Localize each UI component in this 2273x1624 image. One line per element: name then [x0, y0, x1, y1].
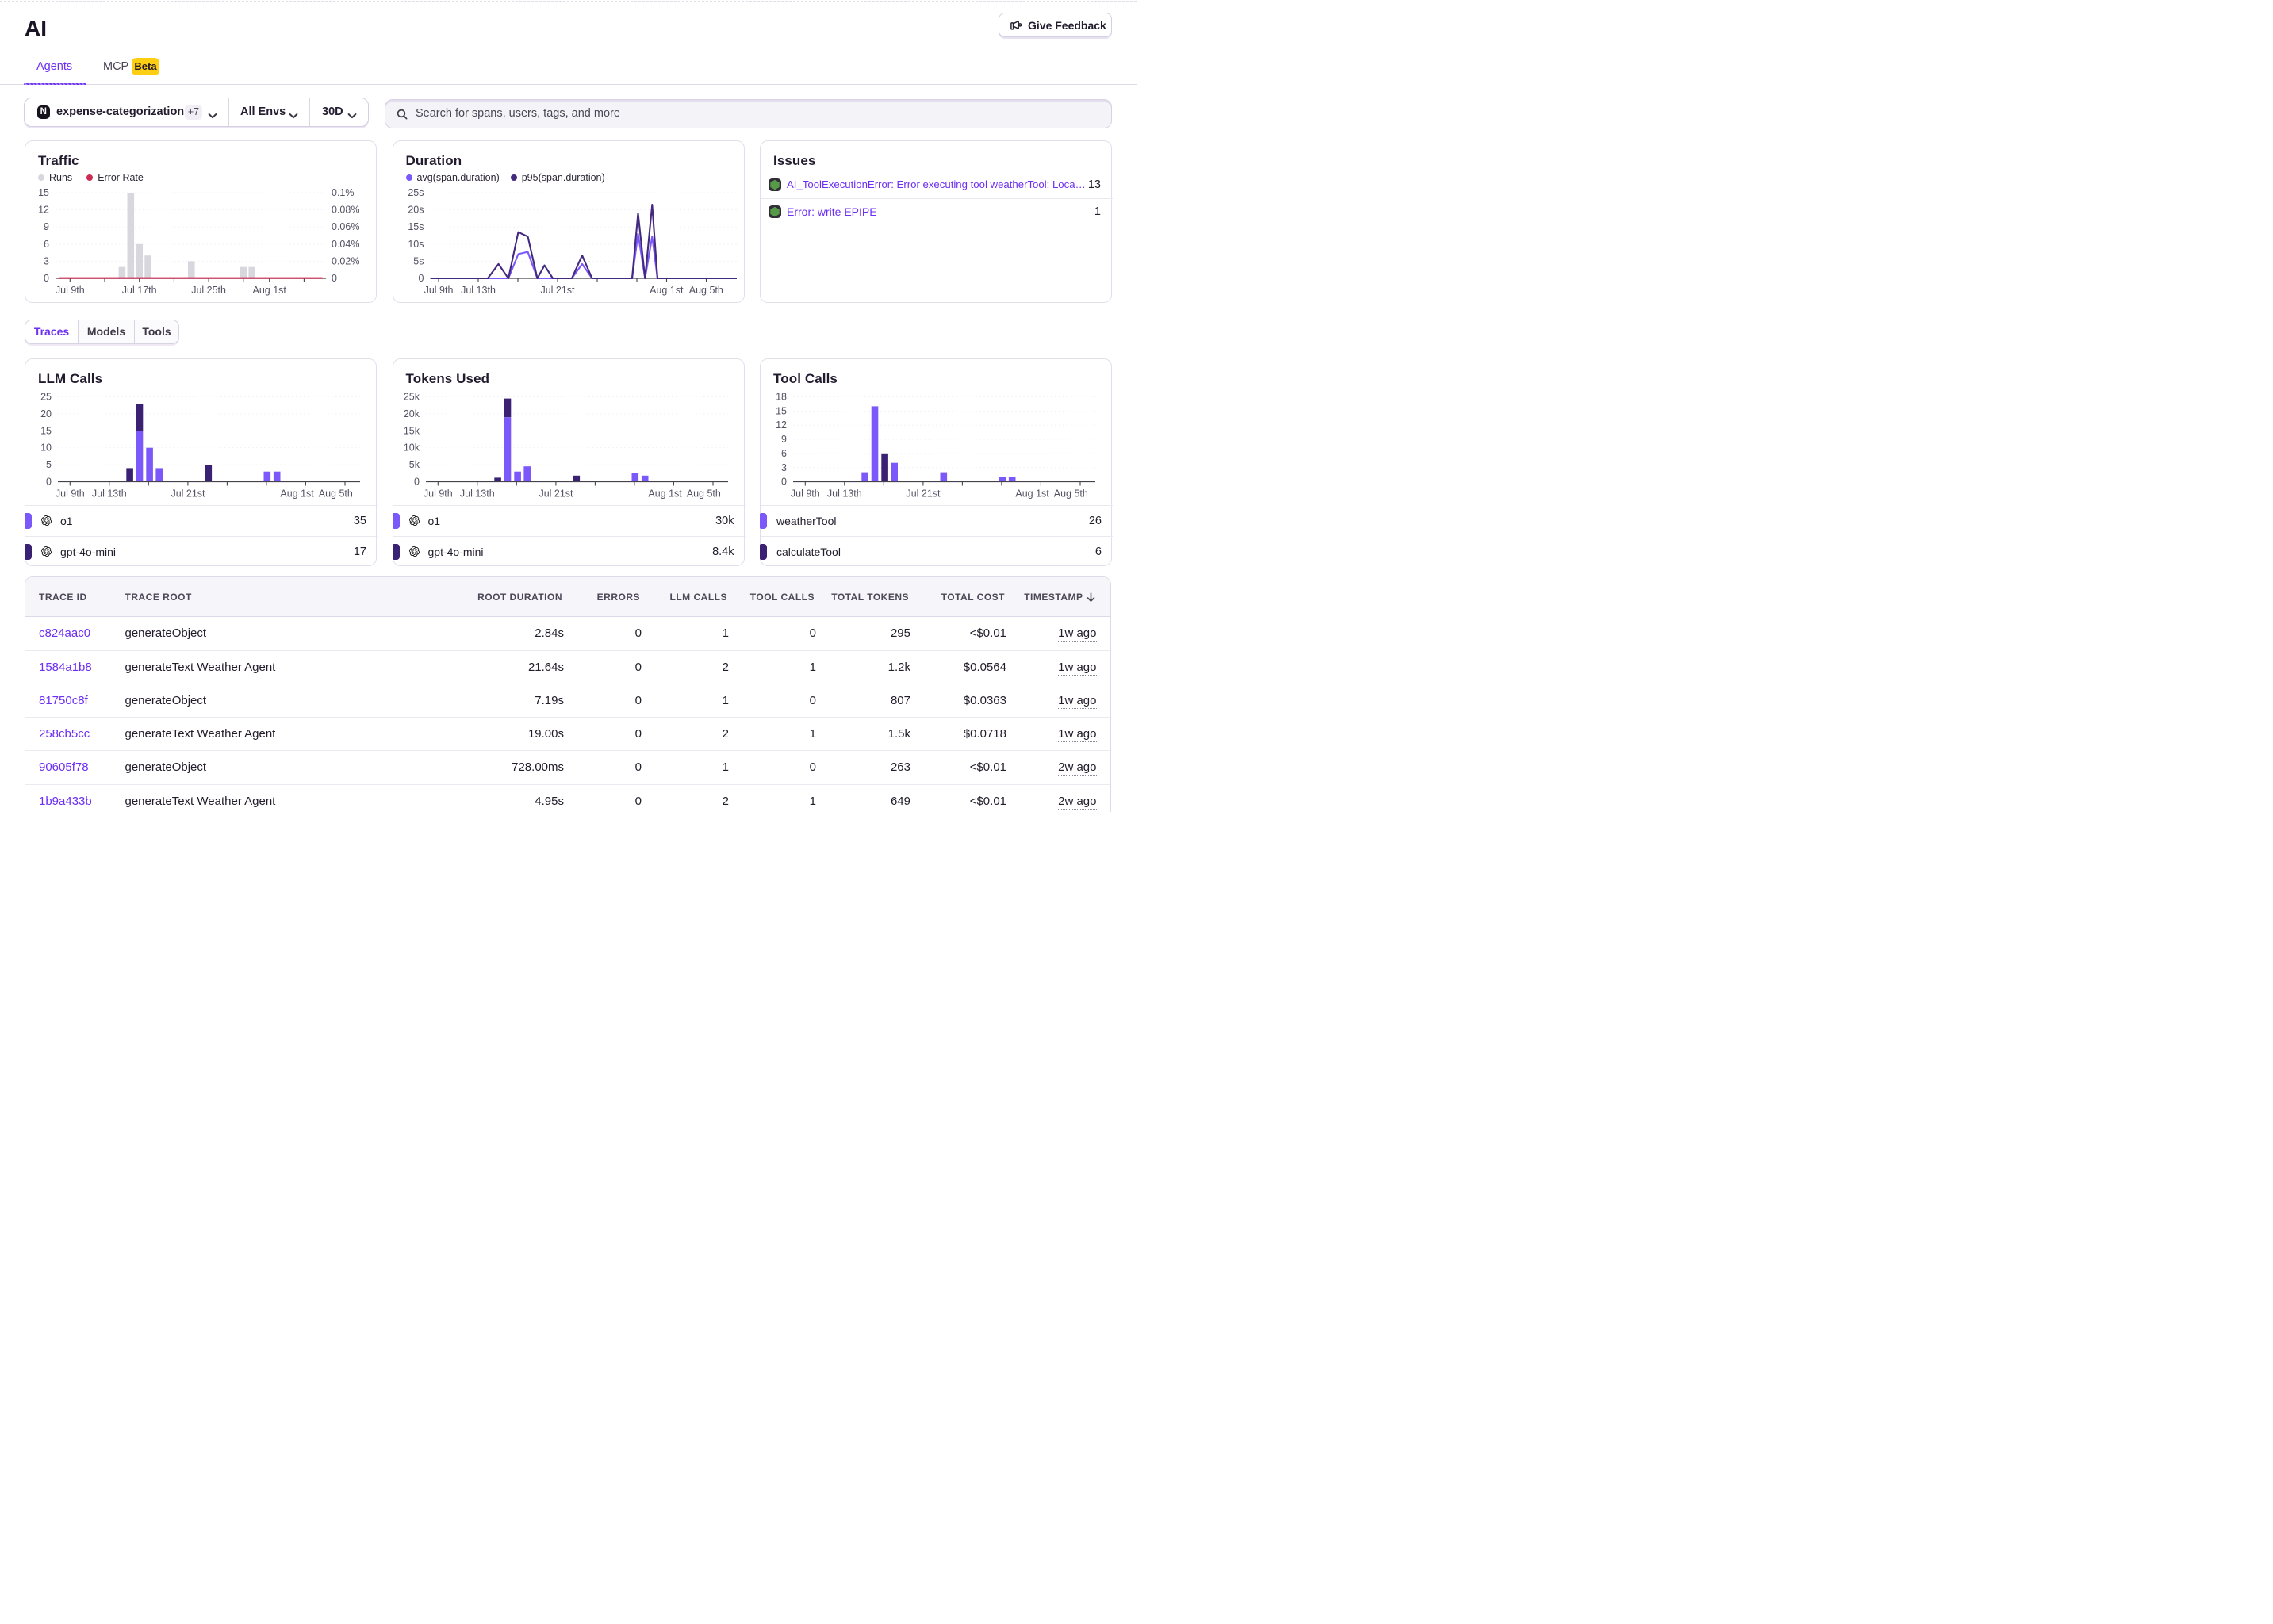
svg-text:Jul 13th: Jul 13th [461, 285, 496, 296]
svg-text:Aug 1st: Aug 1st [650, 285, 684, 296]
svg-text:25s: 25s [408, 187, 424, 198]
svg-text:5k: 5k [408, 459, 420, 470]
svg-text:Jul 9th: Jul 9th [424, 285, 453, 296]
svg-text:Jul 21st: Jul 21st [540, 285, 575, 296]
svg-text:0: 0 [414, 476, 420, 487]
svg-text:Jul 21st: Jul 21st [539, 488, 573, 499]
svg-text:Jul 21st: Jul 21st [906, 488, 941, 499]
svg-text:0: 0 [332, 273, 337, 284]
svg-text:Jul 21st: Jul 21st [171, 488, 205, 499]
svg-text:20s: 20s [408, 205, 424, 216]
svg-text:9: 9 [44, 221, 49, 232]
svg-text:Jul 13th: Jul 13th [92, 488, 127, 499]
svg-text:6: 6 [781, 447, 787, 458]
svg-text:Jul 13th: Jul 13th [459, 488, 494, 499]
svg-text:25: 25 [40, 391, 52, 402]
svg-text:Aug 1st: Aug 1st [280, 488, 314, 499]
svg-text:6: 6 [44, 239, 49, 250]
svg-text:Jul 9th: Jul 9th [423, 488, 452, 499]
svg-text:18: 18 [776, 391, 787, 402]
svg-text:15: 15 [40, 425, 52, 436]
svg-text:0.04%: 0.04% [332, 239, 359, 250]
svg-text:Jul 13th: Jul 13th [827, 488, 862, 499]
svg-text:Jul 9th: Jul 9th [56, 488, 85, 499]
svg-text:Aug 5th: Aug 5th [688, 285, 723, 296]
svg-text:0.02%: 0.02% [332, 255, 359, 266]
svg-text:Aug 5th: Aug 5th [319, 488, 353, 499]
svg-text:25k: 25k [403, 391, 420, 402]
svg-text:0: 0 [44, 273, 49, 284]
svg-text:10: 10 [40, 442, 52, 453]
svg-text:20k: 20k [403, 408, 420, 419]
svg-text:Aug 5th: Aug 5th [686, 488, 720, 499]
svg-text:15: 15 [38, 187, 49, 198]
svg-text:15: 15 [776, 405, 787, 416]
svg-text:Aug 1st: Aug 1st [253, 285, 287, 296]
svg-text:0.06%: 0.06% [332, 221, 359, 232]
svg-text:Aug 5th: Aug 5th [1054, 488, 1088, 499]
svg-text:0: 0 [46, 476, 52, 487]
svg-text:10s: 10s [408, 239, 424, 250]
svg-text:3: 3 [781, 462, 787, 473]
svg-text:0: 0 [418, 273, 424, 284]
svg-text:Jul 9th: Jul 9th [56, 285, 85, 296]
svg-text:15k: 15k [403, 425, 420, 436]
svg-text:Jul 9th: Jul 9th [791, 488, 820, 499]
svg-text:12: 12 [776, 419, 787, 431]
svg-text:Aug 1st: Aug 1st [1015, 488, 1049, 499]
svg-text:3: 3 [44, 255, 49, 266]
svg-text:9: 9 [781, 434, 787, 445]
svg-text:Aug 1st: Aug 1st [648, 488, 682, 499]
svg-text:5s: 5s [413, 255, 424, 266]
svg-text:20: 20 [40, 408, 52, 419]
svg-text:Jul 17th: Jul 17th [122, 285, 157, 296]
svg-text:15s: 15s [408, 221, 424, 232]
svg-text:5: 5 [46, 459, 52, 470]
svg-text:10k: 10k [403, 442, 420, 453]
svg-text:12: 12 [38, 205, 49, 216]
svg-text:0.08%: 0.08% [332, 205, 359, 216]
svg-text:0: 0 [781, 476, 787, 487]
svg-text:Jul 25th: Jul 25th [191, 285, 226, 296]
svg-text:0.1%: 0.1% [332, 187, 355, 198]
